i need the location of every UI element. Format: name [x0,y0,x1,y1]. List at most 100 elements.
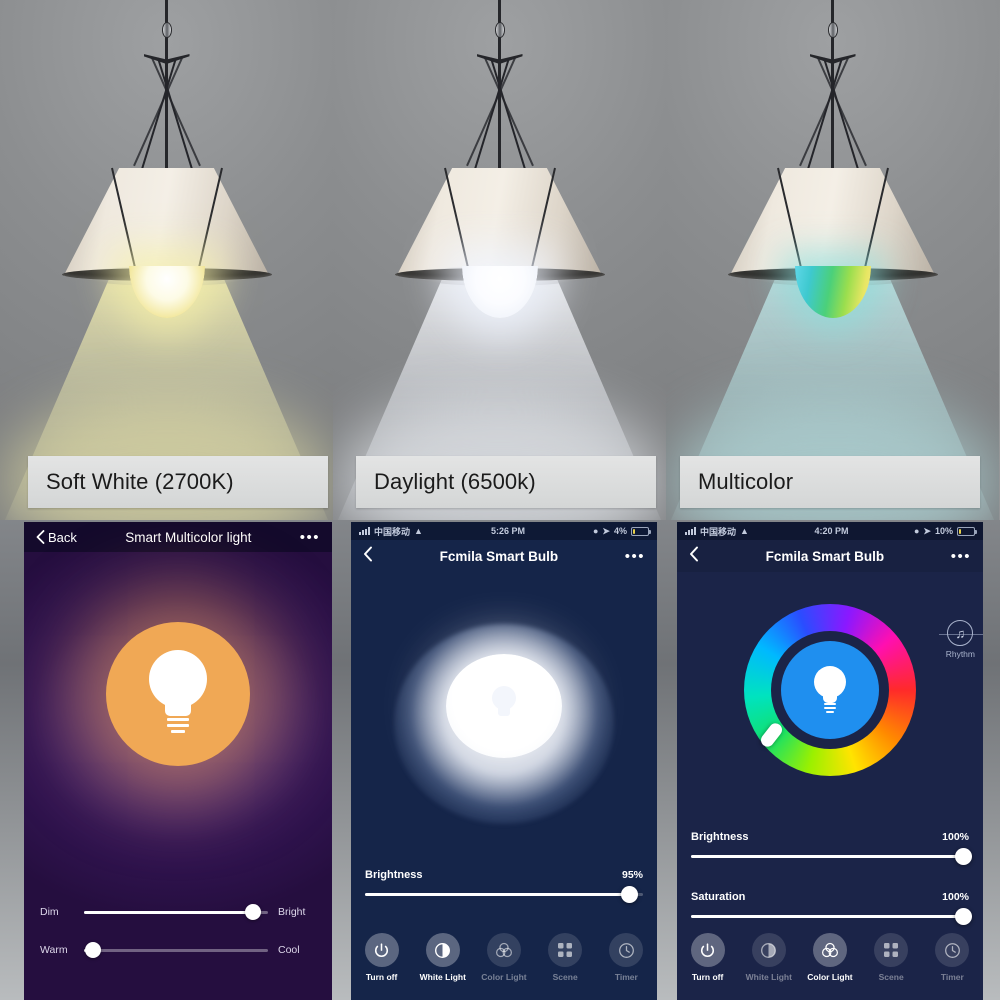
brightness-value: 95% [621,869,643,881]
phone1-slider-group: Dim Bright Warm Cool [24,904,332,982]
location-icon: ➤ [602,525,610,536]
color-light-label: Color Light [807,972,853,982]
turn-off-button[interactable]: Turn off [680,933,736,983]
signal-icon [359,527,370,535]
chevron-left-icon [690,546,698,561]
phone-screenshot-2: 中国移动 ▲ 5:26 PM ● ➤ 4% Fcmila Smart Bulb … [351,522,657,1000]
bulb-preview[interactable] [446,654,562,758]
phone2-statusbar: 中国移动 ▲ 5:26 PM ● ➤ 4% [351,522,657,540]
timer-label: Timer [940,972,964,982]
brightness-slider[interactable] [365,886,643,903]
phone1-navbar: Back Smart Multicolor light ••• [24,522,332,552]
phone1-body: Dim Bright Warm Cool [24,552,332,1000]
carrier-label: 中国移动 [374,526,411,537]
turn-off-label: Turn off [365,972,398,982]
color-circles-icon [812,933,847,967]
phone2-navbar: Fcmila Smart Bulb ••• [351,540,657,572]
white-light-button[interactable]: White Light [415,933,471,983]
caption-card-multicolor: Multicolor [680,456,980,508]
chevron-left-icon [364,546,372,561]
brightness-slider-knob[interactable] [245,904,262,920]
phone-screenshot-3: 中国移动 ▲ 4:20 PM ● ➤ 10% Fcmila Smart Bulb… [677,522,983,1000]
alarm-icon: ● [592,526,599,536]
color-light-button[interactable]: Color Light [476,933,532,983]
bulb-icon [146,650,210,738]
turn-off-button[interactable]: Turn off [354,933,410,983]
lamp-chain-knob [827,22,838,38]
white-light-button[interactable]: White Light [741,933,797,983]
music-note-icon: ♫ [947,620,974,646]
back-button[interactable] [689,546,699,567]
caption-card-soft-white: Soft White (2700K) [28,456,328,508]
half-circle-icon [751,933,786,967]
lamp-photo-multicolor [666,0,999,520]
back-button[interactable] [363,546,373,567]
slider-left-label: Dim [40,906,59,918]
rhythm-button[interactable]: ♫ Rhythm [946,620,975,659]
brightness-slider-knob[interactable] [954,848,972,865]
scene-button[interactable]: Scene [537,933,593,983]
scene-button[interactable]: Scene [863,933,919,983]
color-temperature-slider-knob[interactable] [85,942,102,958]
slider-right-label: Cool [278,944,300,956]
phone3-navbar: Fcmila Smart Bulb ••• [677,540,983,572]
status-time: 4:20 PM [814,526,849,536]
brightness-slider-row: Dim Bright [40,904,316,920]
clock-icon [935,933,970,967]
phone2-toolbar: Turn off White Light Color Light Scene T… [351,926,657,1000]
more-options-button[interactable]: ••• [300,530,320,545]
back-button-label: Back [48,529,77,545]
caption-card-daylight: Daylight (6500k) [356,456,656,508]
caption-label: Daylight (6500k) [374,469,536,494]
brightness-slider[interactable] [691,848,972,865]
phone3-body: ♫ Rhythm Brightness 100% Saturation 100%… [677,572,983,1000]
grid-squares-icon [874,933,909,967]
half-circle-icon [425,933,460,967]
brightness-slider-block: Brightness 100% [677,831,983,865]
color-temperature-slider[interactable] [84,942,268,958]
phone-screenshot-1: Back Smart Multicolor light ••• Dim Brig… [24,522,332,1000]
rhythm-label: Rhythm [945,649,975,659]
product-listing-image: Soft White (2700K) Daylight (6500k) Mult… [0,0,1000,1000]
caption-label: Soft White (2700K) [46,469,234,494]
color-wheel[interactable] [744,604,916,776]
battery-percent: 4% [613,526,627,536]
saturation-slider[interactable] [691,908,972,925]
saturation-label: Saturation [691,891,746,903]
slider-left-label: Warm [40,944,68,956]
saturation-slider-knob[interactable] [954,908,972,925]
bulb-icon [812,666,848,714]
wifi-icon: ▲ [740,526,749,536]
phone2-body: Brightness 95% Turn off White Light Colo… [351,572,657,1000]
brightness-label: Brightness [691,831,749,843]
battery-icon [630,526,651,536]
bulb-icon [492,686,516,720]
timer-label: Timer [614,972,638,982]
white-light-label: White Light [745,972,792,982]
phone3-title: Fcmila Smart Bulb [765,548,885,564]
timer-button[interactable]: Timer [598,933,654,983]
brightness-slider-knob[interactable] [620,886,638,903]
timer-button[interactable]: Timer [924,933,980,983]
brightness-slider-block: Brightness 95% [351,869,657,903]
color-wheel-center-preview[interactable] [781,641,879,739]
more-options-button[interactable]: ••• [951,549,971,564]
more-options-button[interactable]: ••• [625,549,645,564]
power-icon [364,933,399,967]
battery-icon [956,526,977,536]
color-light-button[interactable]: Color Light [802,933,858,983]
signal-icon [685,527,696,535]
saturation-value: 100% [942,891,969,903]
slider-right-label: Bright [278,906,306,918]
clock-icon [609,933,644,967]
phone3-statusbar: 中国移动 ▲ 4:20 PM ● ➤ 10% [677,522,983,540]
bulb-toggle-button[interactable] [106,622,250,766]
phone1-title: Smart Multicolor light [125,529,252,545]
brightness-slider[interactable] [84,904,268,920]
saturation-slider-block: Saturation 100% [677,891,983,925]
location-icon: ➤ [923,525,931,536]
white-light-label: White Light [419,972,466,982]
brightness-label: Brightness [365,869,423,881]
back-button[interactable]: Back [36,530,77,545]
caption-label: Multicolor [698,469,794,494]
